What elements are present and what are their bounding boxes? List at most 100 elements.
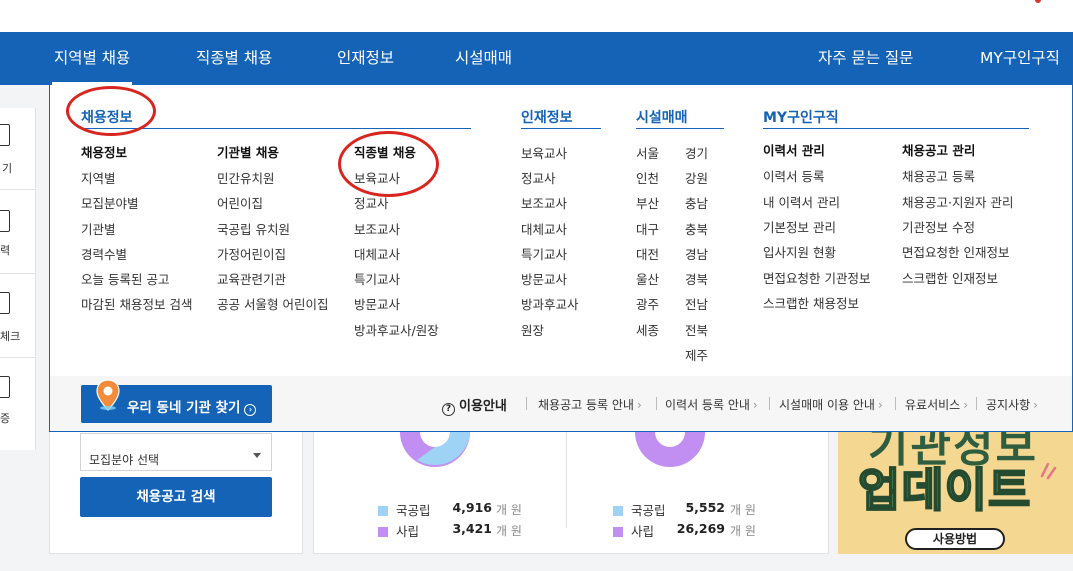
region-link[interactable]: 서울: [636, 143, 659, 162]
menu-link[interactable]: 기관정보 수정: [902, 217, 975, 236]
region-link[interactable]: 세종: [636, 320, 659, 339]
menu-link[interactable]: 채용공고·지원자 관리: [902, 192, 1013, 211]
region-link[interactable]: 전남: [685, 294, 708, 313]
guide-link-text: 이력서 등록 안내: [665, 398, 750, 412]
find-nearby-button[interactable]: 우리 동네 기관 찾기 ›: [81, 379, 272, 423]
menu-link[interactable]: 특기교사: [521, 244, 567, 263]
region-link[interactable]: 충북: [685, 219, 708, 238]
quick-item-3[interactable]: 체크: [0, 274, 36, 358]
menu-link[interactable]: 어린이집: [217, 193, 263, 212]
menu-link[interactable]: 보육교사: [521, 143, 567, 162]
menu-link[interactable]: 방문교사: [354, 294, 400, 313]
nav-faq[interactable]: 자주 묻는 질문: [818, 32, 913, 85]
how-to-use-button[interactable]: 사용방법: [905, 528, 1005, 550]
menu-link[interactable]: 방과후교사/원장: [354, 320, 439, 339]
menu-link[interactable]: 보조교사: [354, 219, 400, 238]
quick-sidebar: 기 력 체크 증: [0, 108, 36, 450]
menu-link[interactable]: 오늘 등록된 공고: [81, 269, 169, 288]
guide-link[interactable]: 유료서비스 ›: [905, 396, 968, 413]
update-banner[interactable]: 기관정보 업데이트 사용방법: [838, 432, 1073, 554]
menu-link[interactable]: 국공립 유치원: [217, 219, 290, 238]
menu-link[interactable]: 보조교사: [521, 193, 567, 212]
menu-link[interactable]: 원장: [521, 320, 544, 339]
job-search-button[interactable]: 채용공고 검색: [80, 477, 272, 517]
menu-link[interactable]: 공공 서울형 어린이집: [217, 294, 328, 313]
quick-item-2[interactable]: 력: [0, 190, 36, 274]
region-link[interactable]: 광주: [636, 294, 659, 313]
certificate-icon: [0, 376, 10, 398]
nav-talent-info[interactable]: 인재정보: [337, 32, 394, 85]
guide-link[interactable]: 채용공고 등록 안내 ›: [538, 396, 642, 413]
menu-link[interactable]: 방과후교사: [521, 294, 579, 313]
quick-item-4[interactable]: 증: [0, 358, 36, 450]
nav-regional-jobs[interactable]: 지역별 채용: [51, 32, 133, 85]
top-header: [0, 0, 1073, 32]
banner-line-2: 업데이트: [857, 462, 1032, 518]
menu-link[interactable]: 대체교사: [354, 244, 400, 263]
sparkle-icon: [1040, 462, 1057, 480]
menu-link[interactable]: 기본정보 관리: [763, 217, 836, 236]
menu-link[interactable]: 지역별: [81, 168, 116, 187]
region-link[interactable]: 전북: [685, 320, 708, 339]
menu-link[interactable]: 교육관련기관: [217, 269, 286, 288]
chevron-right-icon: ›: [244, 404, 257, 416]
quick-item-1[interactable]: 기: [0, 108, 36, 190]
menu-link[interactable]: 채용공고 등록: [902, 166, 975, 185]
region-link[interactable]: 충남: [685, 193, 708, 212]
col-head-resume: 이력서 관리: [763, 143, 825, 158]
guide-link[interactable]: 시설매매 이용 안내 ›: [779, 396, 883, 413]
region-link[interactable]: 대구: [636, 219, 659, 238]
menu-link[interactable]: 특기교사: [354, 269, 400, 288]
menu-link[interactable]: 방문교사: [521, 269, 567, 288]
menu-link[interactable]: 면접요청한 기관정보: [763, 268, 870, 287]
region-link[interactable]: 경북: [685, 269, 708, 288]
region-link[interactable]: 경기: [685, 143, 708, 162]
legend-label: 국공립: [396, 503, 431, 518]
menu-link[interactable]: 경력수별: [81, 244, 127, 263]
menu-link[interactable]: 기관별: [81, 219, 116, 238]
chevron-right-icon: ›: [752, 398, 758, 412]
region-link[interactable]: 강원: [685, 168, 708, 187]
quick-item-label: 력: [0, 244, 11, 257]
legend-label: 국공립: [631, 503, 666, 518]
menu-link[interactable]: 이력서 등록: [763, 166, 824, 185]
section-title-facility[interactable]: 시설매매: [636, 107, 688, 127]
section-divider: [521, 128, 601, 129]
menu-link[interactable]: 가정어린이집: [217, 244, 286, 263]
guide-link[interactable]: 공지사항 ›: [986, 396, 1038, 413]
section-title-my[interactable]: MY구인구직: [763, 107, 839, 127]
chevron-right-icon: ›: [877, 398, 883, 412]
mega-menu: 채용정보 채용정보 지역별 모집분야별 기관별 경력수별 오늘 등록된 공고 마…: [49, 85, 1073, 432]
menu-link[interactable]: 민간유치원: [217, 168, 275, 187]
section-title-talent[interactable]: 인재정보: [521, 107, 573, 127]
region-link[interactable]: 인천: [636, 168, 659, 187]
menu-link[interactable]: 정교사: [521, 168, 556, 187]
region-link[interactable]: 제주: [685, 345, 708, 364]
legend-value: 4,916: [452, 500, 492, 515]
legend-private-1: 사립: [378, 521, 419, 540]
menu-link[interactable]: 스크랩한 인재정보: [902, 268, 998, 287]
menu-link[interactable]: 모집분야별: [81, 193, 139, 212]
col-head-job-info: 채용정보: [81, 145, 128, 160]
menu-link[interactable]: 대체교사: [521, 219, 567, 238]
nav-my-jobs[interactable]: MY구인구직: [980, 32, 1060, 85]
region-link[interactable]: 경남: [685, 244, 708, 263]
nav-facility-trade[interactable]: 시설매매: [455, 32, 512, 85]
donut-2-private: [635, 432, 705, 467]
legend-public-1: 국공립: [378, 500, 431, 519]
menu-link[interactable]: 스크랩한 채용정보: [763, 293, 859, 312]
guide-link-text: 시설매매 이용 안내: [779, 398, 875, 412]
region-link[interactable]: 울산: [636, 269, 659, 288]
legend-unit: 개 원: [730, 524, 756, 538]
legend-label: 사립: [631, 524, 655, 539]
region-link[interactable]: 부산: [636, 193, 659, 212]
menu-link[interactable]: 마감된 채용정보 검색: [81, 294, 192, 313]
region-link[interactable]: 대전: [636, 244, 659, 263]
menu-link[interactable]: 내 이력서 관리: [763, 192, 840, 211]
menu-link[interactable]: 입사지원 현황: [763, 242, 836, 261]
guide-link[interactable]: 이력서 등록 안내 ›: [665, 396, 758, 413]
nav-occupation-jobs[interactable]: 직종별 채용: [196, 32, 272, 85]
menu-link[interactable]: 면접요청한 인재정보: [902, 242, 1009, 261]
public-swatch: [378, 506, 388, 516]
field-select[interactable]: 모집분야 선택: [80, 433, 272, 471]
